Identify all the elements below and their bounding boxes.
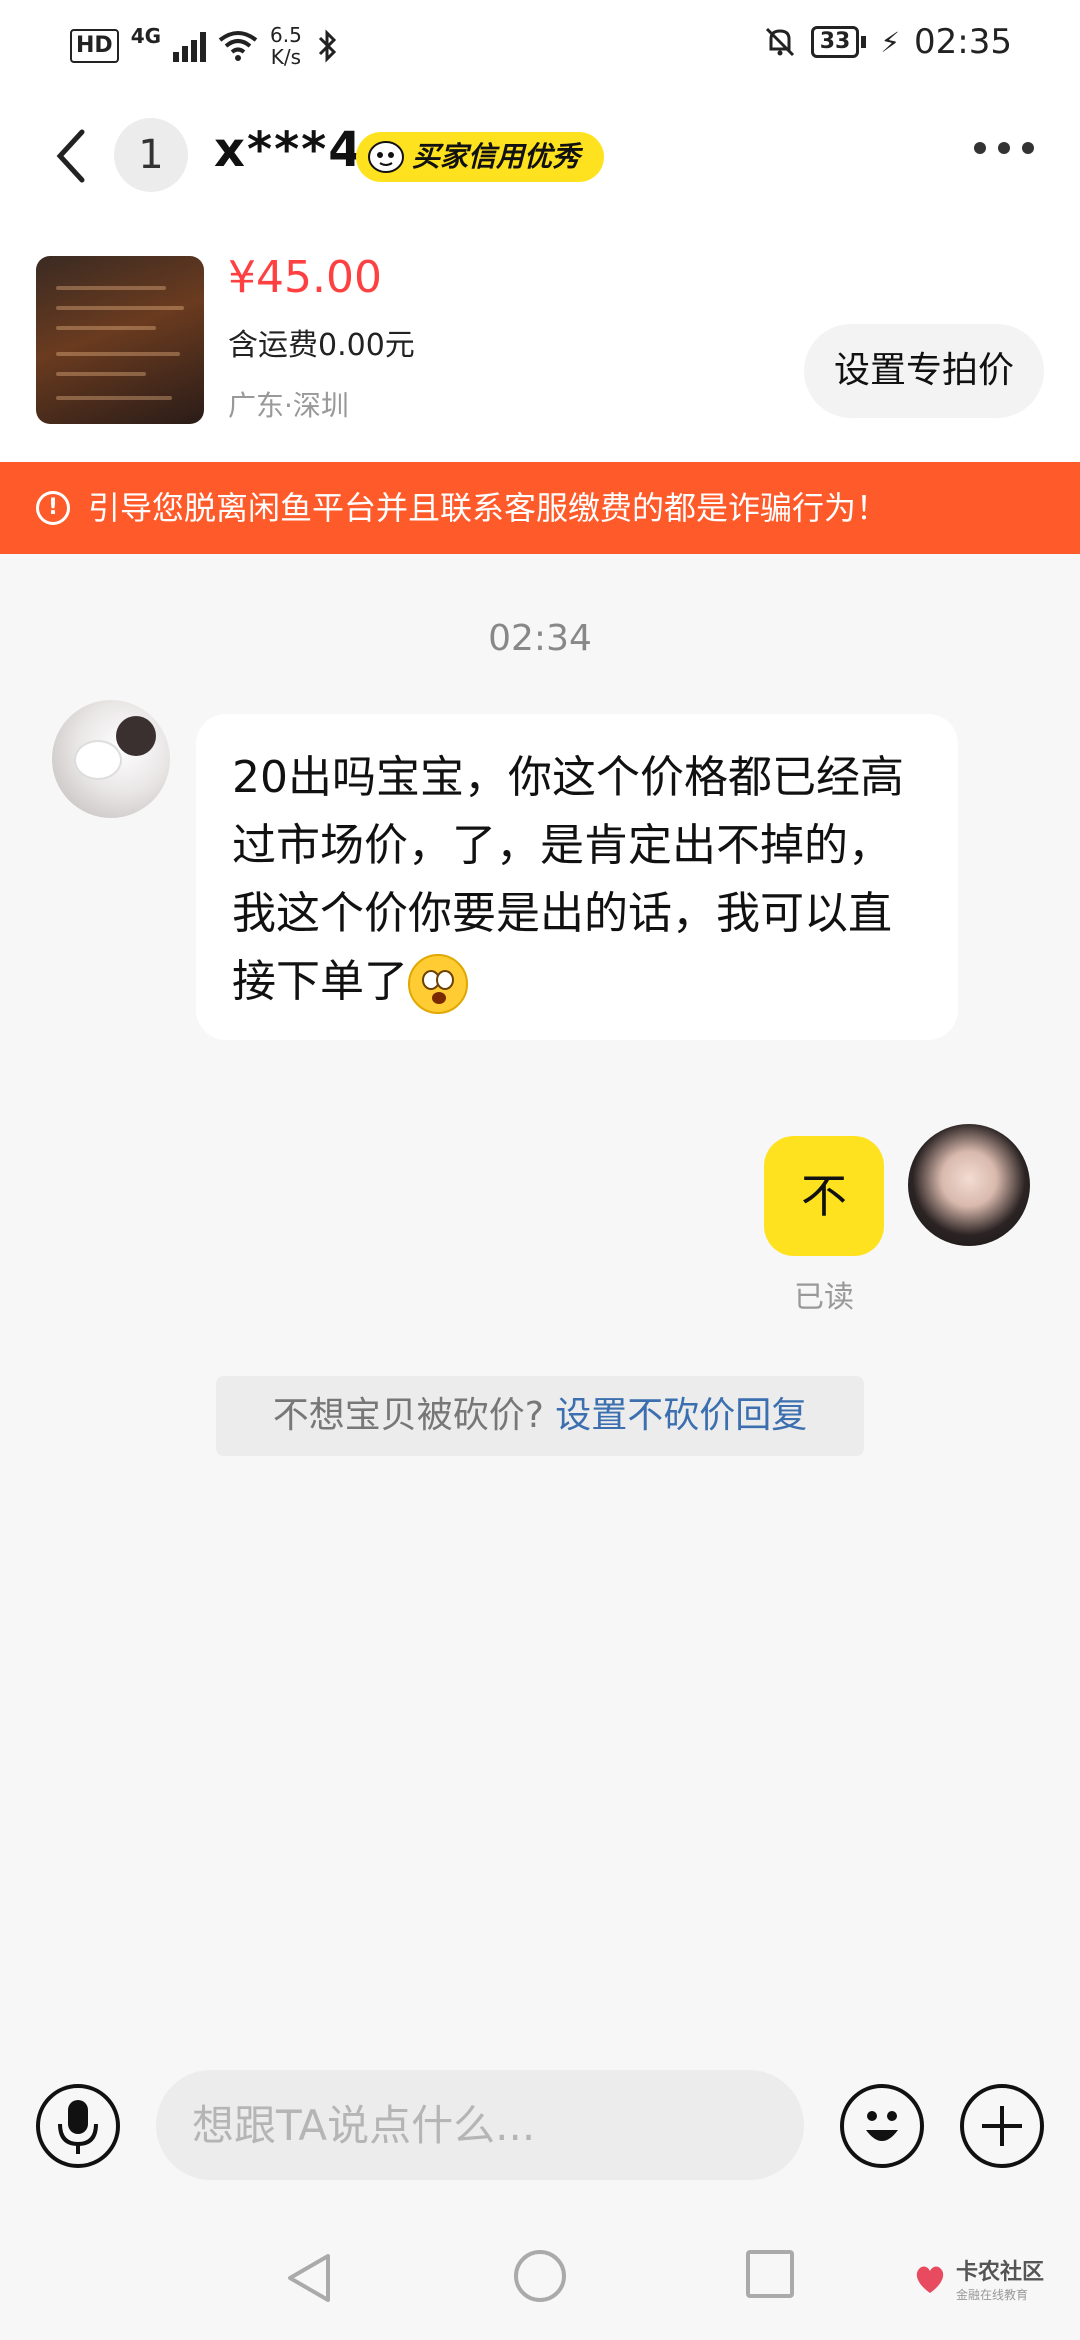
credit-badge[interactable]: 买家信用优秀 bbox=[356, 132, 605, 182]
message-text: 20出吗宝宝，你这个价格都已经高过市场价，了，是肯定出不掉的，我这个价你要是出的… bbox=[232, 752, 904, 1007]
speed-unit: K/s bbox=[270, 45, 302, 69]
system-nav-bar: 卡农社区 金融在线教育 bbox=[0, 2210, 1080, 2340]
nav-recents-icon[interactable] bbox=[746, 2250, 794, 2298]
status-left: HD 4G 6.5 K/s bbox=[70, 24, 342, 68]
back-arrow-icon[interactable] bbox=[48, 126, 98, 186]
hd-indicator: HD bbox=[70, 29, 119, 63]
no-bargain-tip: 不想宝贝被砍价? 设置不砍价回复 bbox=[216, 1376, 864, 1456]
watermark-logo-icon bbox=[916, 2266, 944, 2293]
chat-header: 1 x***4 买家信用优秀 bbox=[0, 96, 1080, 216]
plus-icon[interactable] bbox=[960, 2084, 1044, 2168]
status-right: 33 ⚡ 02:35 bbox=[763, 22, 1012, 62]
watermark-title: 卡农社区 bbox=[955, 2260, 1044, 2285]
battery-icon: 33 bbox=[810, 26, 867, 58]
product-price: ¥45.00 bbox=[228, 252, 382, 303]
my-avatar[interactable] bbox=[908, 1124, 1030, 1246]
message-bubble-sent[interactable]: 不 bbox=[764, 1136, 884, 1256]
more-options-icon[interactable] bbox=[974, 142, 1034, 154]
nav-back-icon[interactable] bbox=[284, 2250, 334, 2306]
unread-count-badge: 1 bbox=[114, 118, 188, 192]
product-card[interactable]: ¥45.00 含运费0.00元 广东·深圳 设置专拍价 bbox=[0, 216, 1080, 462]
clock: 02:35 bbox=[914, 22, 1012, 62]
product-location: 广东·深圳 bbox=[228, 389, 349, 422]
input-bar bbox=[0, 2040, 1080, 2210]
contact-avatar[interactable] bbox=[52, 700, 170, 818]
exclamation-circle-icon: ! bbox=[36, 491, 70, 525]
nav-home-icon[interactable] bbox=[514, 2250, 566, 2302]
tip-text: 不想宝贝被砍价? bbox=[272, 1395, 544, 1436]
credit-badge-label: 买家信用优秀 bbox=[412, 140, 581, 173]
bell-muted-icon bbox=[765, 27, 794, 57]
fraud-warning-text: 引导您脱离闲鱼平台并且联系客服缴费的都是诈骗行为！ bbox=[88, 489, 889, 527]
message-input[interactable] bbox=[156, 2070, 804, 2180]
speed-value: 6.5 bbox=[270, 23, 302, 47]
bluetooth-icon bbox=[318, 29, 336, 63]
emoji-icon[interactable] bbox=[840, 2084, 924, 2168]
network-type: 4G bbox=[130, 24, 162, 48]
set-no-bargain-reply-link[interactable]: 设置不砍价回复 bbox=[555, 1395, 807, 1436]
message-bubble-received[interactable]: 20出吗宝宝，你这个价格都已经高过市场价，了，是肯定出不掉的，我这个价你要是出的… bbox=[196, 714, 958, 1040]
watermark-subtitle: 金融在线教育 bbox=[955, 2288, 1028, 2302]
contact-name[interactable]: x***4 bbox=[214, 122, 364, 178]
chat-timestamp: 02:34 bbox=[488, 618, 592, 659]
set-special-price-button[interactable]: 设置专拍价 bbox=[803, 324, 1044, 418]
status-bar: HD 4G 6.5 K/s 33 ⚡ 02:35 bbox=[0, 0, 1080, 96]
microphone-icon[interactable] bbox=[36, 2084, 120, 2168]
network-speed: 6.5 K/s bbox=[270, 24, 302, 68]
watermark: 卡农社区 金融在线教育 bbox=[912, 2254, 1044, 2303]
charging-icon: ⚡ bbox=[880, 25, 901, 59]
battery-level: 33 bbox=[810, 26, 860, 58]
signal-icon bbox=[173, 30, 207, 62]
read-status: 已读 bbox=[794, 1280, 854, 1315]
pleading-face-emoji-icon bbox=[408, 954, 468, 1014]
fish-mascot-icon bbox=[368, 141, 404, 173]
product-shipping: 含运费0.00元 bbox=[228, 328, 415, 363]
fraud-warning-banner: ! 引导您脱离闲鱼平台并且联系客服缴费的都是诈骗行为！ bbox=[0, 462, 1080, 554]
wifi-icon bbox=[218, 31, 258, 61]
product-thumbnail[interactable] bbox=[36, 256, 204, 424]
